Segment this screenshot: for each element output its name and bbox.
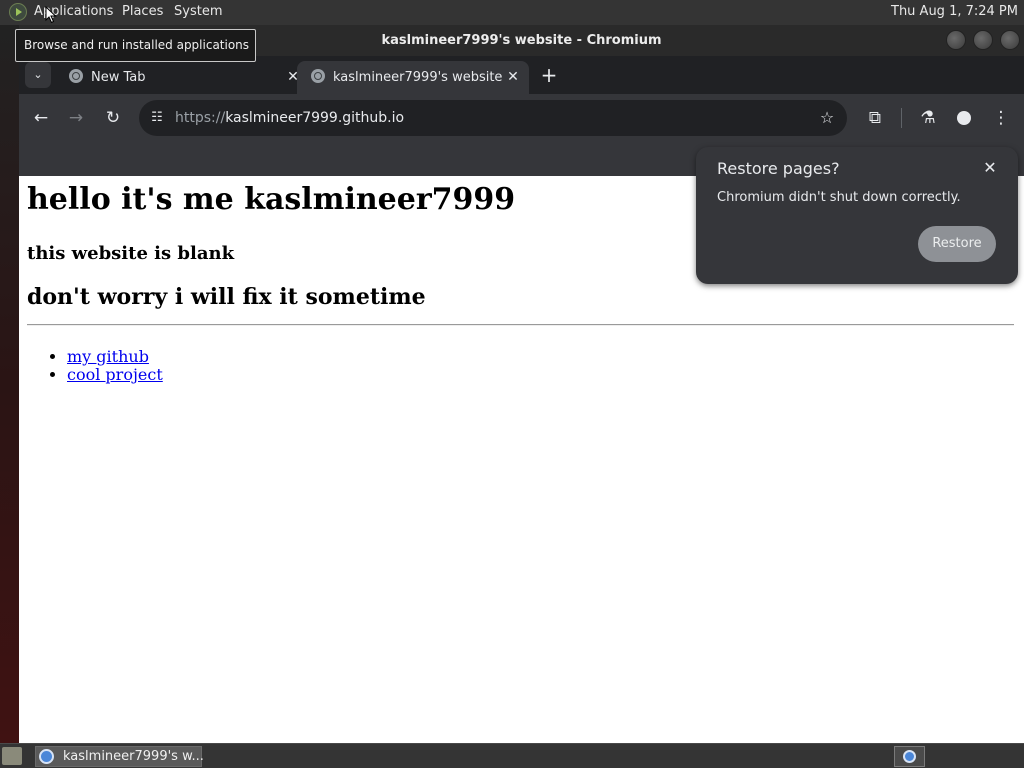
extensions-button[interactable]: ⧉	[863, 106, 887, 130]
site-settings-icon[interactable]: ☷	[147, 108, 167, 128]
new-tab-button[interactable]: +	[538, 64, 560, 86]
chromium-icon	[39, 749, 54, 764]
browser-toolbar: ← → ↻ ☷ https://kaslmineer7999.github.io…	[19, 94, 1024, 142]
maximize-button[interactable]	[973, 30, 993, 50]
plus-icon: +	[540, 63, 558, 87]
link-list: my github cool project	[27, 348, 163, 384]
url-scheme: https://	[175, 110, 226, 126]
bottom-taskbar: kaslmineer7999's w...	[0, 743, 1024, 768]
tab-new-tab[interactable]: New Tab ✕	[55, 61, 299, 94]
labs-button[interactable]: ⚗	[916, 106, 940, 130]
list-item: cool project	[67, 366, 163, 384]
url-text[interactable]: https://kaslmineer7999.github.io	[175, 110, 404, 126]
kebab-menu-icon: ⋮	[992, 108, 1010, 128]
tab-search-button[interactable]: ⌄	[25, 62, 51, 88]
puzzle-icon: ⧉	[868, 108, 882, 128]
chromium-icon	[903, 750, 916, 763]
globe-icon	[311, 69, 325, 83]
top-panel: Applications Places System Thu Aug 1, 7:…	[0, 0, 1024, 25]
show-desktop-icon[interactable]	[2, 747, 22, 765]
mouse-cursor-icon	[45, 6, 57, 24]
chevron-down-icon: ⌄	[33, 68, 43, 81]
profile-icon[interactable]	[952, 106, 976, 130]
taskbar-window-label: kaslmineer7999's w...	[63, 749, 204, 764]
menu-button[interactable]: ⋮	[989, 106, 1013, 130]
forward-button[interactable]: →	[64, 106, 88, 130]
list-item: my github	[67, 348, 163, 366]
address-bar[interactable]: ☷ https://kaslmineer7999.github.io ☆	[139, 100, 847, 136]
close-window-button[interactable]	[1000, 30, 1020, 50]
globe-icon	[69, 69, 83, 83]
desktop-background	[0, 25, 19, 743]
minimize-button[interactable]	[946, 30, 966, 50]
menu-places[interactable]: Places	[122, 4, 163, 19]
taskbar-window-button[interactable]: kaslmineer7999's w...	[35, 746, 204, 767]
tooltip: Browse and run installed applications	[15, 29, 256, 62]
workspace-switcher[interactable]	[894, 746, 925, 767]
menu-system[interactable]: System	[174, 4, 222, 19]
reload-button[interactable]: ↻	[101, 106, 125, 130]
link-cool-project[interactable]: cool project	[67, 365, 163, 384]
back-button[interactable]: ←	[29, 106, 53, 130]
bookmark-star-icon[interactable]: ☆	[817, 108, 837, 128]
arrow-left-icon: ←	[33, 108, 49, 128]
page-secondary-heading: don't worry i will fix it sometime	[27, 284, 426, 310]
toolbar-divider	[901, 108, 902, 128]
dialog-title: Restore pages?	[717, 159, 840, 178]
tab-active-website[interactable]: kaslmineer7999's website ✕	[297, 61, 529, 94]
close-icon[interactable]: ✕	[980, 158, 1000, 178]
url-host: kaslmineer7999.github.io	[225, 110, 405, 126]
link-my-github[interactable]: my github	[67, 347, 149, 366]
restore-pages-dialog: Restore pages? Chromium didn't shut down…	[696, 147, 1018, 284]
page-heading: hello it's me kaslmineer7999	[27, 182, 516, 217]
horizontal-rule	[27, 324, 1014, 326]
restore-button[interactable]: Restore	[918, 226, 996, 262]
tab-label: New Tab	[91, 70, 146, 85]
close-tab-icon[interactable]: ✕	[503, 67, 523, 87]
page-subheading: this website is blank	[27, 243, 235, 264]
reload-icon: ↻	[105, 108, 121, 128]
tab-label: kaslmineer7999's website	[333, 70, 503, 85]
clock[interactable]: Thu Aug 1, 7:24 PM	[891, 4, 1018, 19]
flask-icon: ⚗	[920, 108, 936, 128]
arrow-right-icon: →	[68, 108, 84, 128]
dialog-message: Chromium didn't shut down correctly.	[717, 190, 961, 205]
distro-logo-icon[interactable]	[9, 3, 27, 21]
